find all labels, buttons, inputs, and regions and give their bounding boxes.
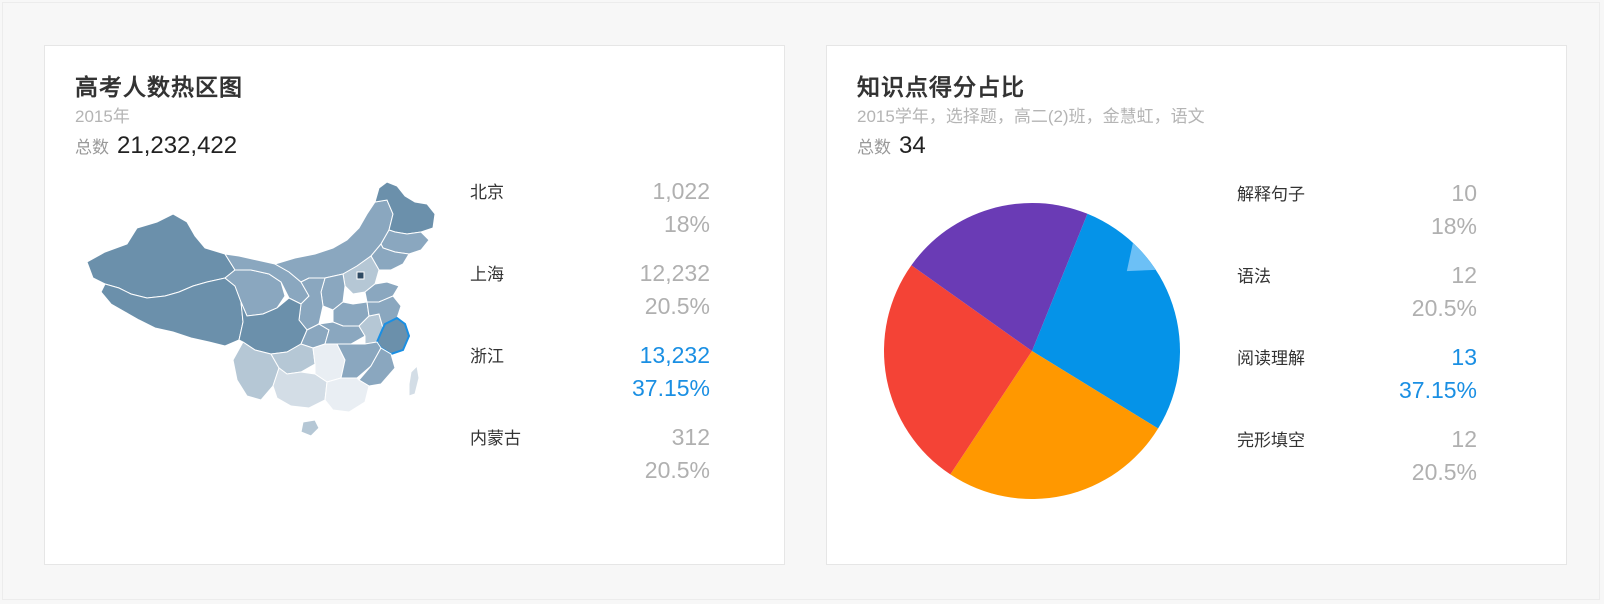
total-label: 总数 [857, 138, 891, 157]
china-map-icon[interactable] [75, 174, 445, 474]
legend-item[interactable]: 北京 1,022 18% [470, 178, 710, 258]
map-region-taiwan[interactable] [408, 364, 420, 397]
legend-percent: 20.5% [1411, 459, 1477, 485]
total-value: 21,232,422 [117, 132, 238, 159]
pie-chart [884, 203, 1180, 500]
map-region-hainan[interactable] [300, 419, 320, 437]
map-region-beijing[interactable] [356, 271, 365, 280]
legend-value: 10 [1451, 180, 1477, 206]
legend-percent: 20.5% [644, 293, 710, 319]
legend-value: 1,022 [652, 178, 710, 204]
legend-name: 内蒙古 [470, 429, 521, 448]
legend-percent: 18% [663, 211, 710, 237]
legend-name: 上海 [470, 265, 504, 284]
legend-item[interactable]: 内蒙古 312 20.5% [470, 424, 710, 504]
legend-value: 12 [1451, 426, 1477, 452]
legend-name: 阅读理解 [1237, 349, 1305, 368]
total-summary: 总数 21,232,422 [75, 132, 237, 160]
legend-item[interactable]: 阅读理解 13 37.15% [1237, 344, 1477, 424]
legend-name: 浙江 [470, 347, 504, 366]
legend-name: 北京 [470, 183, 504, 202]
total-value: 34 [899, 132, 926, 159]
card-subtitle: 2015年 [75, 107, 130, 126]
legend-item[interactable]: 解释句子 10 18% [1237, 180, 1477, 260]
legend-percent: 18% [1430, 213, 1477, 239]
legend-value: 12,232 [639, 260, 710, 286]
legend-item[interactable]: 完形填空 12 20.5% [1237, 426, 1477, 506]
legend-name: 完形填空 [1237, 431, 1305, 450]
legend-name: 语法 [1237, 267, 1271, 286]
legend-percent: 37.15% [631, 375, 710, 401]
legend-value: 312 [671, 424, 710, 450]
legend-value: 13,232 [639, 342, 710, 368]
map-region-shaanxi[interactable] [298, 277, 326, 331]
legend-item[interactable]: 语法 12 20.5% [1237, 262, 1477, 342]
dashboard-frame: 高考人数热区图 2015年 总数 21,232,422 北京 1,022 18%… [2, 2, 1600, 600]
legend-item[interactable]: 上海 12,232 20.5% [470, 260, 710, 340]
total-summary: 总数 34 [857, 132, 926, 160]
legend-percent: 37.15% [1398, 377, 1477, 403]
pie-card: 知识点得分占比 2015学年，选择题，高二(2)班，金慧虹，语文 总数 34 解… [826, 45, 1567, 565]
legend-percent: 20.5% [1411, 295, 1477, 321]
legend-name: 解释句子 [1237, 185, 1305, 204]
card-title: 高考人数热区图 [75, 74, 243, 100]
card-subtitle: 2015学年，选择题，高二(2)班，金慧虹，语文 [857, 107, 1205, 126]
legend-percent: 20.5% [644, 457, 710, 483]
legend-value: 13 [1451, 344, 1477, 370]
map-region-guangdong[interactable] [324, 377, 370, 413]
total-label: 总数 [75, 138, 109, 157]
legend-item[interactable]: 浙江 13,232 37.15% [470, 342, 710, 422]
legend-value: 12 [1451, 262, 1477, 288]
card-title: 知识点得分占比 [857, 74, 1025, 100]
heatmap-card: 高考人数热区图 2015年 总数 21,232,422 北京 1,022 18%… [44, 45, 785, 565]
